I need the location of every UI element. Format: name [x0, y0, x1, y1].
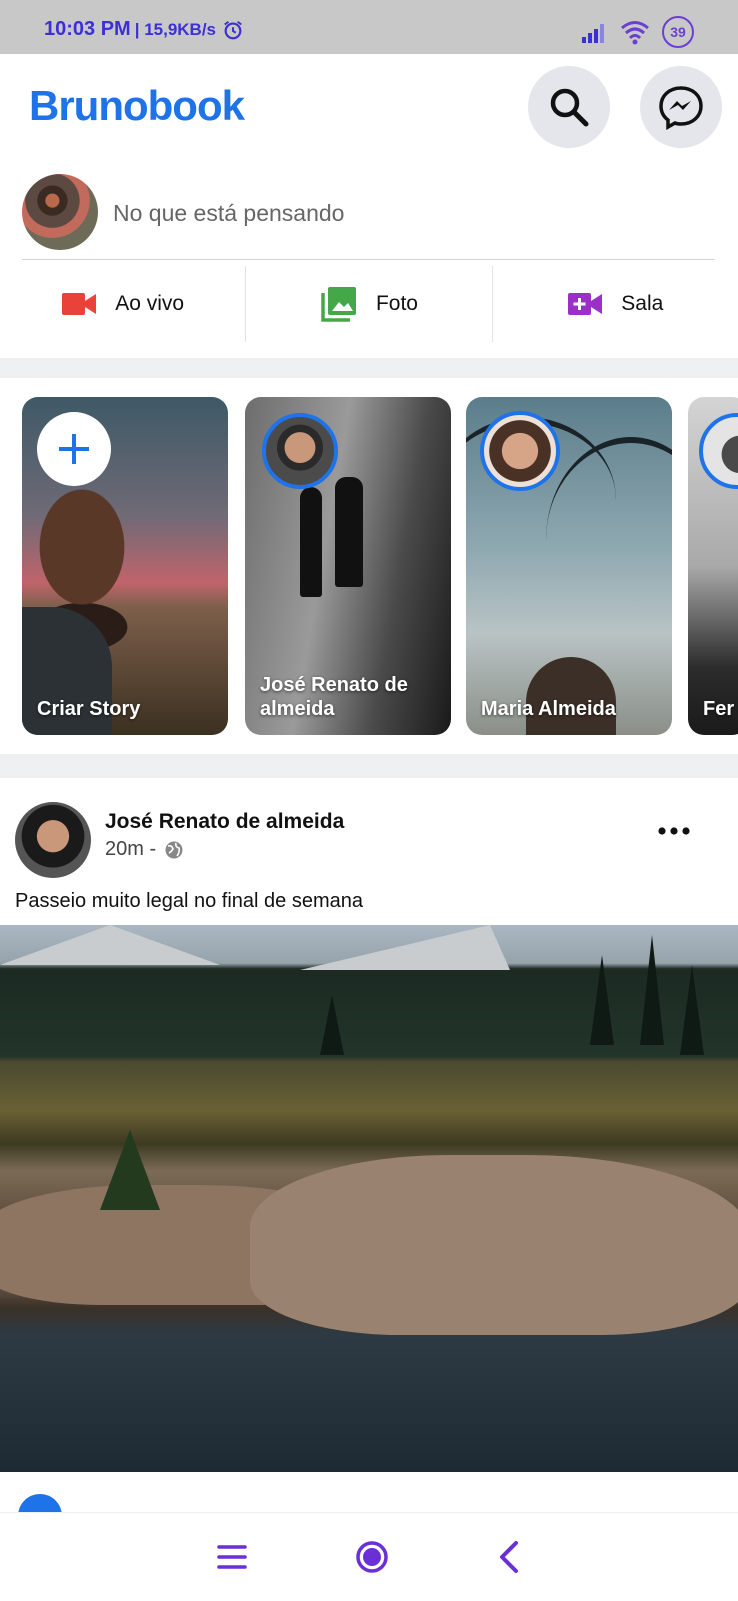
- post-text: Passeio muito legal no final de semana: [15, 890, 363, 912]
- bush: [100, 1130, 160, 1210]
- story-figure: [335, 477, 363, 587]
- tree: [680, 965, 704, 1055]
- status-left: 10:03 PM | 15,9KB/s: [44, 18, 244, 41]
- story-item[interactable]: Maria Almeida: [466, 397, 672, 735]
- plus-icon: [59, 434, 89, 464]
- story-author-avatar: [262, 413, 338, 489]
- story-author-avatar: [699, 413, 738, 489]
- story-label: José Renato de almeida: [260, 674, 408, 720]
- rock: [250, 1155, 738, 1335]
- back-icon[interactable]: [497, 1540, 521, 1574]
- mountain: [300, 925, 510, 970]
- post-composer: No que está pensando Ao vivo Foto Sala: [0, 154, 738, 358]
- status-right: 39: [580, 16, 694, 48]
- composer-actions: Ao vivo Foto Sala: [0, 266, 738, 342]
- story-author-avatar: [480, 411, 560, 491]
- live-button[interactable]: Ao vivo: [0, 266, 245, 342]
- search-button[interactable]: [528, 66, 610, 148]
- photo-button[interactable]: Foto: [245, 266, 491, 342]
- status-time: 10:03 PM: [44, 18, 131, 40]
- brand-logo: Brunobook: [29, 82, 245, 129]
- tree: [590, 955, 614, 1045]
- alarm-icon: [224, 20, 242, 39]
- messenger-icon: [659, 86, 703, 130]
- stories-carousel[interactable]: Criar Story José Renato de almeida Maria…: [0, 378, 738, 754]
- photo-label: Foto: [375, 292, 418, 315]
- home-circle-icon[interactable]: [355, 1540, 389, 1574]
- post-photo[interactable]: [0, 925, 738, 1472]
- tree: [640, 935, 664, 1045]
- story-label: Maria Almeida: [481, 698, 616, 720]
- section-separator: [0, 754, 738, 778]
- mountain: [0, 925, 220, 965]
- menu-icon[interactable]: [217, 1544, 247, 1570]
- signal-icon: [582, 24, 604, 43]
- room-label: Sala: [621, 292, 664, 315]
- status-bar: 10:03 PM | 15,9KB/s 39: [0, 0, 738, 54]
- story-item[interactable]: Fer albu: [688, 397, 738, 735]
- story-create[interactable]: Criar Story: [22, 397, 228, 735]
- room-button[interactable]: Sala: [491, 266, 738, 342]
- live-label: Ao vivo: [115, 292, 185, 315]
- section-separator: [0, 358, 738, 378]
- wifi-icon: [621, 21, 649, 45]
- story-figure: [300, 487, 322, 597]
- composer-divider: [22, 259, 715, 260]
- story-label: Fer albu: [703, 698, 738, 720]
- globe-icon: [165, 841, 183, 858]
- composer-input[interactable]: No que está pensando: [113, 200, 344, 227]
- video-camera-icon: [62, 293, 97, 315]
- post-meta: 20m -: [105, 838, 184, 861]
- messenger-button[interactable]: [640, 66, 722, 148]
- app-header: Brunobook: [0, 54, 738, 154]
- photo-gallery-icon: [321, 287, 356, 322]
- battery-icon: 39: [662, 16, 694, 48]
- story-boat: [526, 657, 616, 735]
- post-time: 20m -: [105, 838, 157, 860]
- video-add-icon: [568, 293, 603, 315]
- system-nav-bar: [0, 1512, 738, 1601]
- more-options-icon[interactable]: [658, 826, 690, 836]
- user-avatar[interactable]: [22, 174, 98, 250]
- status-speed: | 15,9KB/s: [134, 19, 217, 39]
- add-story-button[interactable]: [37, 412, 111, 486]
- post-author-avatar[interactable]: [15, 802, 91, 878]
- tree: [320, 995, 344, 1055]
- search-icon: [550, 88, 589, 127]
- story-item[interactable]: José Renato de almeida: [245, 397, 451, 735]
- post-author-name[interactable]: José Renato de almeida: [105, 810, 344, 834]
- story-label: Criar Story: [37, 698, 141, 720]
